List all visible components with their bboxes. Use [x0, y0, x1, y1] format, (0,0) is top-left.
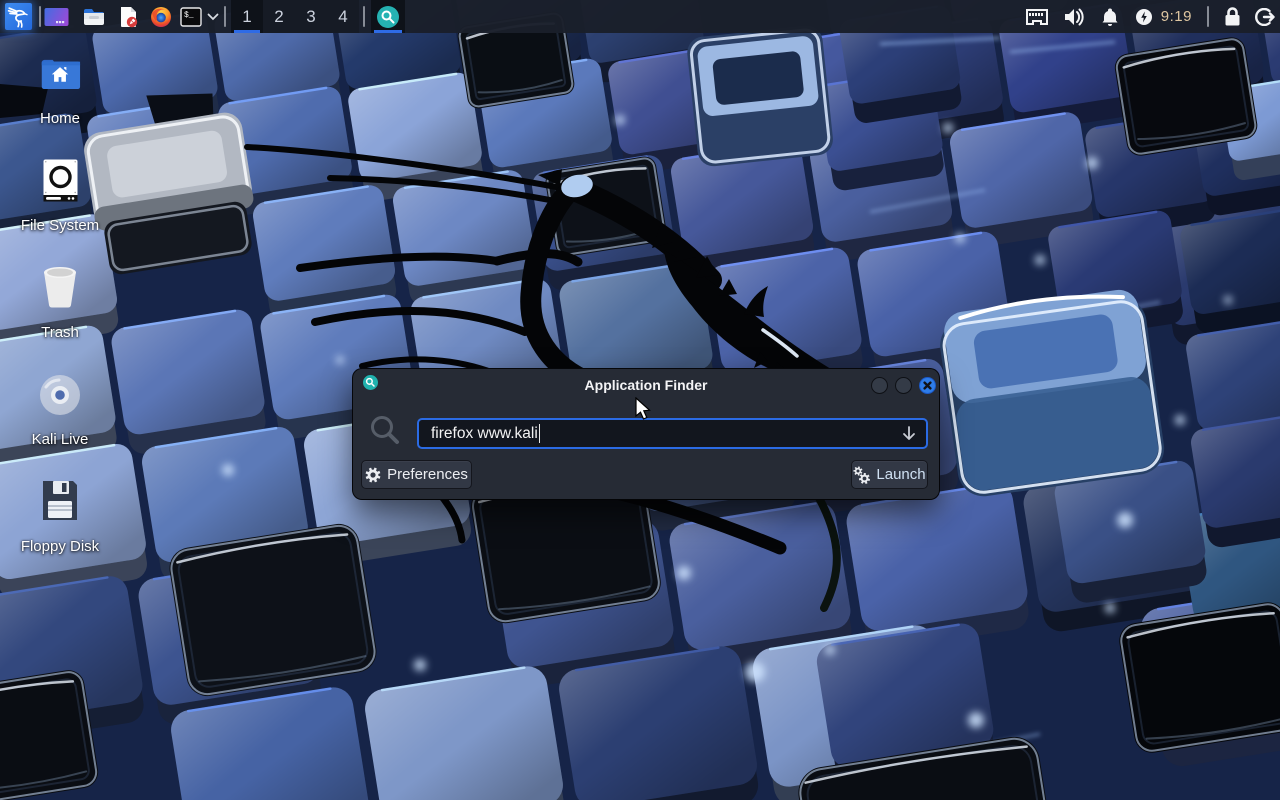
svg-text:$_: $_: [184, 11, 194, 20]
